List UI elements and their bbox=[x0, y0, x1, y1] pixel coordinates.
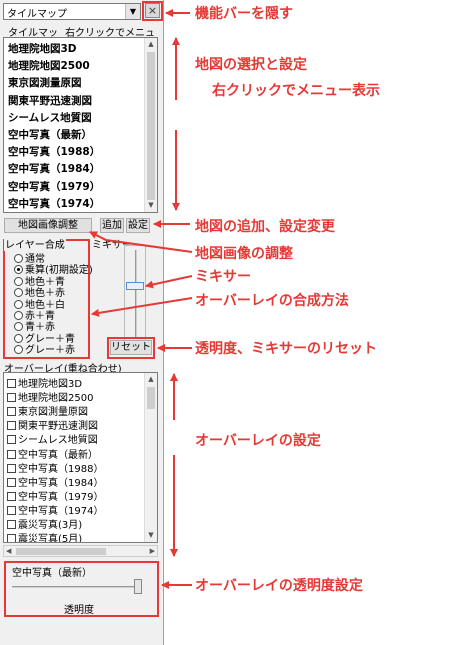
map-settings-button[interactable]: 設定 bbox=[126, 218, 150, 233]
checkbox-icon[interactable] bbox=[7, 520, 16, 529]
annotation-map-select: 地図の選択と設定 bbox=[195, 57, 307, 73]
overlay-list-item[interactable]: 東京図測量原図 bbox=[7, 403, 88, 418]
scroll-up-icon[interactable]: ▲ bbox=[145, 373, 157, 386]
hscroll-thumb[interactable] bbox=[16, 548, 106, 555]
map-type-select[interactable]: タイルマップ ▼ bbox=[3, 3, 141, 20]
map-list-scrollbar[interactable]: ▲ ▼ bbox=[144, 38, 157, 212]
transparency-slider-thumb[interactable] bbox=[134, 579, 142, 594]
annotation-add-settings: 地図の追加、設定変更 bbox=[195, 219, 335, 235]
overlay-list-item[interactable]: 空中写真（最新） bbox=[7, 446, 98, 461]
close-highlight bbox=[142, 1, 163, 21]
checkbox-icon[interactable] bbox=[7, 379, 16, 388]
overlay-list-item[interactable]: 地理院地図3D bbox=[7, 375, 82, 390]
scroll-down-icon[interactable]: ▼ bbox=[145, 199, 157, 212]
overlay-list-item[interactable]: 空中写真（1979） bbox=[7, 488, 103, 503]
blend-mode-radio[interactable]: グレー＋赤 bbox=[14, 341, 75, 356]
overlay-list-item[interactable]: 空中写真（1988） bbox=[7, 460, 103, 475]
map-list-item[interactable]: 地理院地図3D bbox=[8, 41, 77, 56]
scroll-thumb[interactable] bbox=[147, 387, 155, 409]
overlay-list-item[interactable]: 関東平野迅速測図 bbox=[7, 417, 98, 432]
checkbox-icon[interactable] bbox=[7, 435, 16, 445]
annotation-mixer: ミキサー bbox=[195, 269, 251, 285]
transparency-track bbox=[12, 586, 140, 588]
overlay-item-label: 震災写真(5月) bbox=[18, 534, 83, 543]
annotation-image-adjust: 地図画像の調整 bbox=[195, 246, 293, 262]
map-list-item[interactable]: 関東平野迅速測図 bbox=[8, 93, 92, 108]
annotation-overlay-settings: オーバーレイの設定 bbox=[195, 433, 321, 449]
transparency-label: 透明度 bbox=[64, 605, 94, 616]
checkbox-icon[interactable] bbox=[7, 463, 16, 473]
annotation-hide-bar: 機能バーを隠す bbox=[195, 6, 293, 22]
annotation-reset: 透明度、ミキサーのリセット bbox=[195, 341, 377, 357]
scroll-up-icon[interactable]: ▲ bbox=[145, 38, 157, 51]
overlay-list-item[interactable]: 地理院地図2500 bbox=[7, 389, 93, 404]
scroll-left-icon[interactable]: ◀ bbox=[6, 546, 11, 556]
checkbox-icon[interactable] bbox=[7, 534, 16, 542]
checkbox-icon[interactable] bbox=[7, 393, 16, 403]
checkbox-icon[interactable] bbox=[7, 505, 16, 515]
map-list-item[interactable]: 東京図測量原図 bbox=[8, 75, 82, 90]
map-list-item[interactable]: 空中写真（1974） bbox=[8, 196, 100, 211]
function-bar: タイルマップ ▼ × タイルマップ 右クリックでメニュー ▲ ▼ 地理院地図3D… bbox=[0, 0, 164, 645]
scroll-right-icon[interactable]: ▶ bbox=[150, 546, 155, 556]
checkbox-icon[interactable] bbox=[7, 477, 16, 487]
overlay-list-item[interactable]: 空中写真（1984） bbox=[7, 474, 103, 489]
map-list-item[interactable]: 地理院地図2500 bbox=[8, 58, 90, 73]
annotation-overlay-transparency: オーバーレイの透明度設定 bbox=[195, 578, 363, 594]
scroll-down-icon[interactable]: ▼ bbox=[145, 529, 157, 542]
mixer-track bbox=[135, 250, 137, 338]
map-list-item[interactable]: 空中写真（1984） bbox=[8, 161, 100, 176]
overlay-list-item[interactable]: シームレス地質図 bbox=[7, 431, 98, 446]
annotation-blend-method: オーバーレイの合成方法 bbox=[195, 293, 349, 309]
blend-mode-title: レイヤー合成 bbox=[4, 236, 66, 251]
overlay-hscrollbar[interactable]: ◀ ▶ bbox=[3, 545, 158, 557]
checkbox-icon[interactable] bbox=[7, 449, 16, 459]
overlay-list-item[interactable]: 震災写真(3月) bbox=[7, 516, 82, 531]
map-image-adjust-button[interactable]: 地図画像調整 bbox=[4, 218, 92, 233]
mixer-slider-thumb[interactable] bbox=[126, 282, 144, 290]
checkbox-icon[interactable] bbox=[7, 491, 16, 501]
chevron-down-icon[interactable]: ▼ bbox=[125, 4, 140, 19]
overlay-list-item[interactable]: 空中写真（1974） bbox=[7, 502, 103, 517]
map-list-item[interactable]: シームレス地質図 bbox=[8, 110, 92, 125]
overlay-list[interactable]: ▲ ▼ 地理院地図3D 地理院地図2500 東京図測量原図 関東平野迅速測図 シームレス… bbox=[3, 372, 158, 543]
blend-mode-label: グレー＋赤 bbox=[25, 345, 75, 357]
map-list-item[interactable]: 空中写真（1988） bbox=[8, 144, 100, 159]
map-list-item[interactable]: 空中写真（1979） bbox=[8, 179, 100, 194]
radio-icon[interactable] bbox=[14, 345, 23, 355]
checkbox-icon[interactable] bbox=[7, 407, 16, 417]
map-list-item[interactable]: 空中写真（最新） bbox=[8, 127, 92, 142]
annotation-right-click-menu: 右クリックでメニュー表示 bbox=[212, 83, 380, 99]
reset-highlight bbox=[107, 337, 155, 359]
overlay-list-item[interactable]: 震災写真(5月) bbox=[7, 530, 83, 543]
map-list[interactable]: ▲ ▼ 地理院地図3D 地理院地図2500 東京図測量原図 関東平野迅速測図 シームレス… bbox=[3, 37, 158, 213]
overlay-list-scrollbar[interactable]: ▲ ▼ bbox=[144, 373, 157, 542]
map-type-value: タイルマップ bbox=[7, 9, 67, 20]
checkbox-icon[interactable] bbox=[7, 421, 16, 431]
scroll-thumb[interactable] bbox=[147, 52, 155, 200]
transparency-layer-name: 空中写真（最新） bbox=[12, 568, 92, 579]
add-map-button[interactable]: 追加 bbox=[100, 218, 124, 233]
